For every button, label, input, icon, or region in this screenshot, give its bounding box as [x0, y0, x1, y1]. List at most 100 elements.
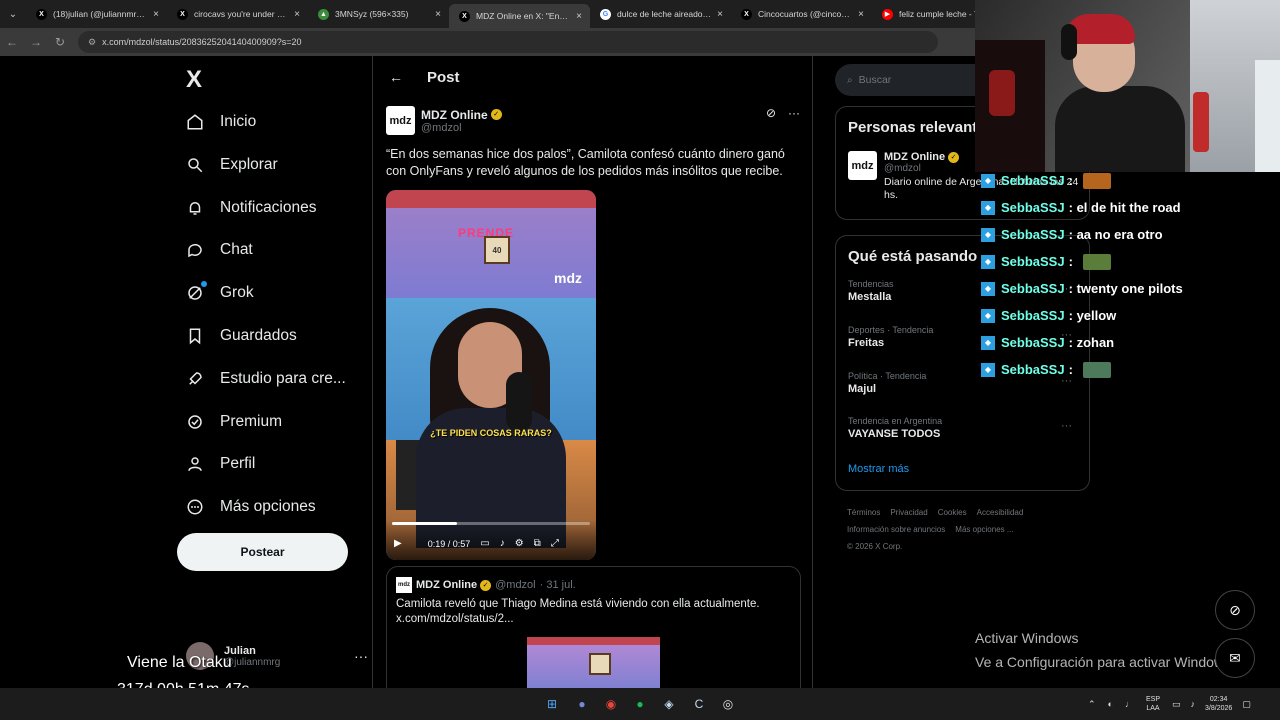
tray-app-icon[interactable]: ◐ [1108, 699, 1113, 709]
chat-separator: : [1068, 227, 1073, 242]
chat-emote [1082, 361, 1111, 378]
verified-icon: ✓ [490, 109, 502, 120]
footer-link[interactable]: Términos [847, 508, 880, 517]
relevant-name[interactable]: MDZ Online [884, 151, 945, 163]
mic-icon[interactable]: ♩ [1125, 699, 1134, 709]
nav-item-chat[interactable]: Chat [184, 230, 253, 270]
site-info-icon[interactable]: ⚙ [88, 37, 96, 48]
tab-title: dulce de leche aireado - B [617, 9, 712, 19]
discord-icon[interactable]: ● [572, 694, 592, 714]
video-frame-number: 40 [484, 236, 510, 264]
footer-link[interactable]: Privacidad [890, 508, 927, 517]
nav-item-premium[interactable]: Premium [184, 402, 282, 442]
chat-message: ◆ SebbaSSJ: zohan [981, 329, 1280, 356]
forward-icon[interactable]: → [24, 28, 48, 56]
volume-icon[interactable]: ♪ [1191, 699, 1196, 709]
back-arrow-icon[interactable]: ← [389, 69, 409, 85]
author-name[interactable]: MDZ Online [421, 108, 488, 122]
nav-item-label: Guardados [220, 327, 297, 344]
pip-icon[interactable]: ⧉ [534, 538, 541, 549]
browser-tab[interactable]: Xcirocavs you're under arrest × [167, 0, 308, 28]
relevant-avatar[interactable]: mdz [848, 151, 877, 180]
tab-title: 3MNSyz (596×335) [335, 9, 409, 19]
chat-icon [184, 239, 206, 261]
quoted-post[interactable]: mdz MDZ Online ✓ @mdzol · 31 jul. Camilo… [386, 566, 801, 688]
footer-link[interactable]: Más opciones ... [955, 525, 1013, 534]
tab-close-icon[interactable]: × [153, 9, 159, 20]
nav-item-estudio-para-cre[interactable]: Estudio para cre... [184, 359, 346, 399]
author-handle[interactable]: @mdzol [421, 122, 502, 134]
notification-icon[interactable]: ▢ [1242, 699, 1251, 710]
author-avatar[interactable]: mdz [386, 106, 415, 135]
tab-close-icon[interactable]: × [294, 9, 300, 20]
chat-username: SebbaSSJ [1001, 254, 1065, 269]
tab-close-icon[interactable]: × [858, 9, 864, 20]
nav-item-inicio[interactable]: Inicio [184, 102, 256, 142]
browser-tab[interactable]: X (18)julian (@juliannmrg) | X × [26, 0, 167, 28]
volume-icon[interactable]: ♪ [500, 538, 505, 549]
sidebar-footer: Términos Privacidad Cookies Accesibilidad In… [847, 504, 1077, 555]
chat-badge-icon: ◆ [981, 200, 995, 215]
footer-link[interactable]: © 2026 X Corp. [847, 542, 902, 551]
chat-text: el de hit the road [1076, 200, 1181, 215]
video-progress-bar[interactable] [392, 522, 590, 525]
captions-icon[interactable]: ▭ [480, 538, 489, 549]
chat-message: ◆ SebbaSSJ: yellow [981, 302, 1280, 329]
post-button[interactable]: Postear [177, 533, 348, 571]
nav-item-perfil[interactable]: Perfil [184, 444, 255, 484]
windows-start-icon[interactable]: ⊞ [542, 694, 562, 714]
tab-close-icon[interactable]: × [717, 9, 723, 20]
reload-icon[interactable]: ↻ [48, 28, 72, 56]
more-icon[interactable]: ··· [788, 106, 800, 120]
nav-item-label: Perfil [220, 455, 256, 473]
show-more-link[interactable]: Mostrar más [848, 463, 909, 475]
tab-search-icon[interactable]: ⌄ [0, 0, 26, 28]
chat-username: SebbaSSJ [1001, 227, 1065, 242]
nav-item-más-opciones[interactable]: Más opciones [184, 487, 316, 527]
tray-arrow-icon[interactable]: ⌃ [1088, 699, 1096, 710]
back-icon[interactable]: ← [0, 28, 24, 56]
chat-emote [1082, 172, 1111, 189]
nav-item-grok[interactable]: Grok [184, 273, 254, 313]
video-player[interactable]: PRENDE 40 mdz ¿TE PIDEN COSAS RARAS? ▶ 0… [386, 190, 596, 560]
webcam-overlay [975, 0, 1280, 172]
x-logo[interactable]: X [186, 66, 202, 94]
quote-author-handle: @mdzol [495, 579, 536, 591]
browser-tab[interactable]: X MDZ Online en X: "En dos × [449, 4, 590, 28]
browser-tab[interactable]: Gdulce de leche aireado - B × [590, 0, 731, 28]
fullscreen-icon[interactable]: ⤢ [551, 538, 559, 549]
grok-icon[interactable]: ⊘ [766, 106, 776, 120]
browser-tab[interactable]: ▲ 3MNSyz (596×335) × [308, 0, 449, 28]
app-icon[interactable]: C [689, 694, 709, 714]
video-control-row: ▶ 0:19 / 0:57 ▭ ♪ ⚙ ⧉ ⤢ [394, 538, 590, 549]
footer-link[interactable]: Información sobre anuncios [847, 525, 945, 534]
chat-username: SebbaSSJ [1001, 173, 1065, 188]
more-icon[interactable]: ··· [1061, 420, 1072, 432]
language-indicator[interactable]: ESP LAA [1146, 695, 1160, 713]
settings-icon[interactable]: ⚙ [515, 538, 524, 549]
chrome-icon[interactable]: ◉ [601, 694, 621, 714]
footer-link[interactable]: Cookies [938, 508, 967, 517]
clock[interactable]: 02:34 3/8/2026 [1205, 695, 1232, 713]
play-icon[interactable]: ▶ [394, 538, 402, 549]
messages-fab-icon[interactable]: ✉ [1215, 638, 1255, 678]
nav-item-guardados[interactable]: Guardados [184, 316, 297, 356]
chat-text: zohan [1076, 335, 1115, 350]
network-icon[interactable]: ▭ [1172, 699, 1181, 710]
spotify-icon[interactable]: ● [630, 694, 650, 714]
footer-link[interactable]: Accesibilidad [977, 508, 1024, 517]
trend-item[interactable]: Tendencia en Argentina VAYANSE TODOS ··· [848, 416, 1078, 440]
browser-tab[interactable]: X Cincocuartos (@cincocuar × [731, 0, 872, 28]
tab-close-icon[interactable]: × [435, 9, 441, 20]
nav-item-notificaciones[interactable]: Notificaciones [184, 188, 317, 228]
nav-item-explorar[interactable]: Explorar [184, 145, 278, 185]
tab-close-icon[interactable]: × [576, 11, 582, 22]
obs-icon[interactable]: ◎ [718, 694, 738, 714]
trend-name: Majul [848, 382, 877, 395]
url-field[interactable]: ⚙ x.com/mdzol/status/2083625204140400909… [78, 31, 938, 53]
chat-username: SebbaSSJ [1001, 281, 1065, 296]
steam-icon[interactable]: ◈ [659, 694, 679, 714]
grok-fab-icon[interactable]: ⊘ [1215, 590, 1255, 630]
more-icon[interactable]: ··· [354, 648, 368, 664]
post-author[interactable]: mdz MDZ Online ✓ @mdzol [386, 106, 502, 135]
